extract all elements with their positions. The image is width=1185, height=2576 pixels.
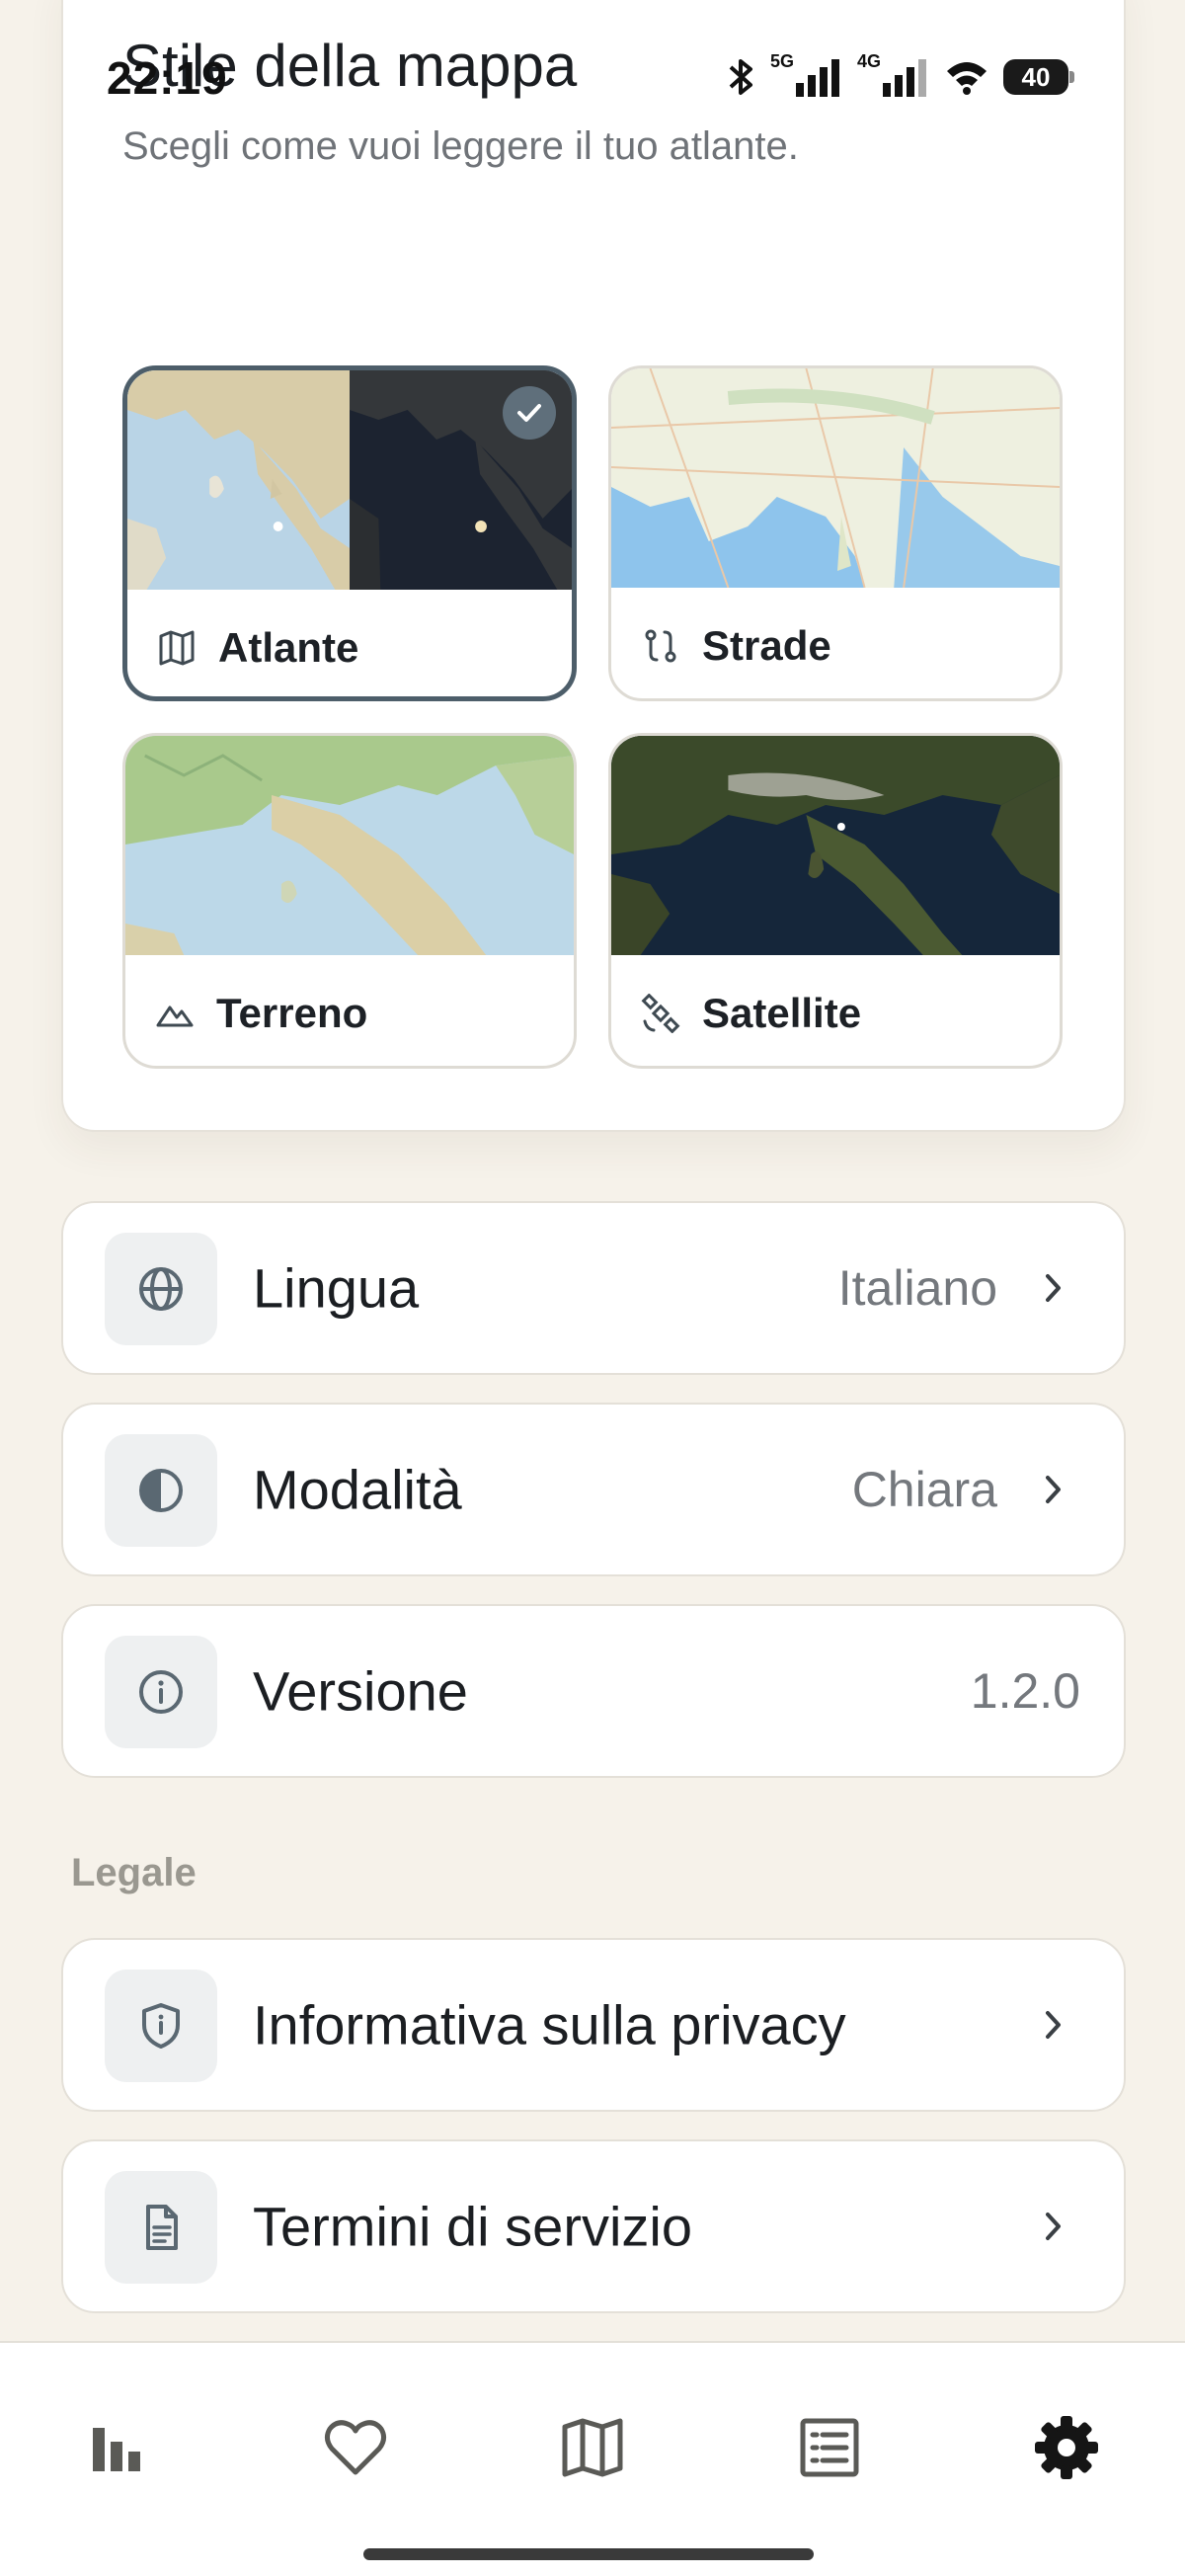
satellite-preview-image [611, 736, 1060, 955]
selected-check-icon [503, 386, 556, 440]
globe-icon [139, 1267, 183, 1311]
map-icon [562, 2418, 623, 2477]
chevron-right-icon [1046, 2011, 1061, 2039]
version-title: Versione [253, 1659, 468, 1723]
option-label-row: Atlante [127, 590, 572, 696]
mode-value: Chiara [851, 1462, 997, 1517]
option-label-atlante: Atlante [218, 624, 359, 671]
version-row: Versione 1.2.0 [61, 1604, 1126, 1778]
option-label-strade: Strade [702, 622, 831, 669]
section-label-legal: Legale [71, 1851, 197, 1894]
terreno-preview-image [125, 736, 574, 955]
home-indicator [363, 2548, 814, 2560]
map-style-option-strade[interactable]: Strade [608, 365, 1063, 701]
row-icon-box [105, 1970, 217, 2082]
info-icon [139, 1670, 183, 1714]
document-icon [146, 2205, 178, 2250]
map-style-option-terreno[interactable]: Terreno [122, 733, 577, 1069]
option-label-satellite: Satellite [702, 990, 862, 1036]
nav-stats[interactable] [67, 2398, 166, 2497]
nav-map[interactable] [543, 2398, 642, 2497]
option-label-terreno: Terreno [216, 990, 368, 1036]
bar-chart-icon [93, 2428, 140, 2471]
privacy-policy-row[interactable]: Informativa sulla privacy [61, 1938, 1126, 2112]
version-value: 1.2.0 [970, 1663, 1080, 1719]
bottom-navigation [0, 2341, 1185, 2576]
terms-title: Termini di servizio [253, 2195, 692, 2258]
route-icon [645, 629, 676, 663]
chevron-right-icon [1046, 1274, 1061, 1302]
card-title: Stile della mappa [122, 33, 578, 99]
mode-title: Modalità [253, 1458, 462, 1521]
row-icon-box [105, 1636, 217, 1748]
shield-icon [142, 2003, 180, 2049]
option-label-row: Satellite [611, 955, 1060, 1066]
map-style-card: Stile della mappa Scegli come vuoi legge… [61, 0, 1126, 1132]
gear-icon [1035, 2416, 1098, 2479]
contrast-icon [139, 1469, 183, 1512]
language-row[interactable]: Lingua Italiano [61, 1201, 1126, 1375]
privacy-title: Informativa sulla privacy [253, 1993, 846, 2056]
nav-settings[interactable] [1017, 2398, 1116, 2497]
strade-preview-image [611, 368, 1060, 588]
row-icon-box [105, 1434, 217, 1547]
heart-icon [324, 2420, 387, 2475]
terms-of-service-row[interactable]: Termini di servizio [61, 2139, 1126, 2313]
mode-row[interactable]: Modalità Chiara [61, 1403, 1126, 1576]
map-style-option-satellite[interactable]: Satellite [608, 733, 1063, 1069]
language-value: Italiano [837, 1260, 997, 1316]
satellite-icon [641, 994, 680, 1033]
list-icon [800, 2418, 859, 2477]
card-subtitle: Scegli come vuoi leggere il tuo atlante. [122, 124, 799, 168]
row-icon-box [105, 1233, 217, 1345]
nav-favorites[interactable] [306, 2398, 405, 2497]
option-label-row: Strade [611, 588, 1060, 698]
language-title: Lingua [253, 1256, 420, 1320]
nav-list[interactable] [780, 2398, 879, 2497]
option-label-row: Terreno [125, 955, 574, 1066]
map-icon [159, 630, 195, 666]
mountain-icon [156, 1006, 194, 1027]
chevron-right-icon [1046, 1476, 1061, 1503]
chevron-right-icon [1046, 2213, 1061, 2240]
map-style-option-atlante[interactable]: Atlante [122, 365, 577, 701]
row-icon-box [105, 2171, 217, 2284]
